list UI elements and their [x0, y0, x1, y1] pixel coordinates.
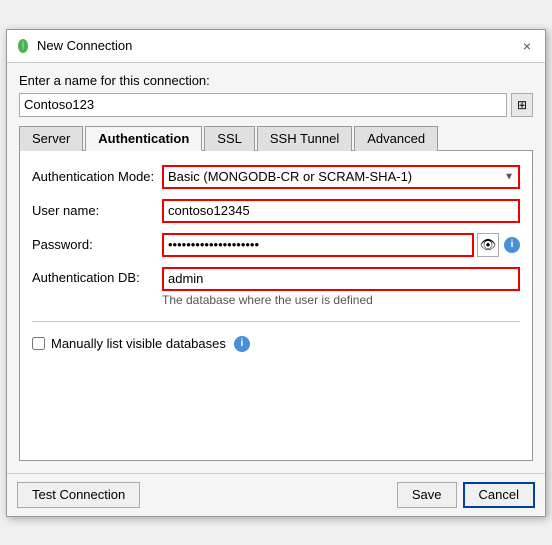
test-connection-button[interactable]: Test Connection — [17, 482, 140, 508]
auth-db-hint: The database where the user is defined — [162, 293, 520, 307]
username-input[interactable] — [162, 199, 520, 223]
footer: Test Connection Save Cancel — [7, 473, 545, 516]
tab-authentication[interactable]: Authentication — [85, 126, 202, 151]
auth-db-row: Authentication DB: The database where th… — [32, 267, 520, 307]
password-field: 👁 i — [162, 233, 520, 257]
app-icon — [15, 38, 31, 54]
manually-list-info-icon[interactable]: i — [234, 336, 250, 352]
manually-list-label: Manually list visible databases — [51, 336, 226, 351]
divider — [32, 321, 520, 322]
manually-list-checkbox[interactable] — [32, 337, 45, 350]
close-button[interactable]: × — [517, 36, 537, 56]
footer-right: Save Cancel — [397, 482, 535, 508]
new-connection-dialog: New Connection × Enter a name for this c… — [6, 29, 546, 517]
auth-mode-field: Basic (MONGODB-CR or SCRAM-SHA-1) SCRAM-… — [162, 165, 520, 189]
password-info-icon[interactable]: i — [504, 237, 520, 253]
auth-mode-select[interactable]: Basic (MONGODB-CR or SCRAM-SHA-1) SCRAM-… — [162, 165, 520, 189]
tabs: Server Authentication SSL SSH Tunnel Adv… — [19, 125, 533, 151]
dialog-body: Enter a name for this connection: ⊞ Serv… — [7, 63, 545, 473]
username-label: User name: — [32, 203, 162, 218]
connection-name-label: Enter a name for this connection: — [19, 73, 533, 88]
connection-name-row: ⊞ — [19, 93, 533, 117]
password-input[interactable] — [162, 233, 474, 257]
title-bar: New Connection × — [7, 30, 545, 63]
manually-list-row: Manually list visible databases i — [32, 336, 520, 352]
username-field — [162, 199, 520, 223]
tab-ssl[interactable]: SSL — [204, 126, 255, 151]
auth-db-input[interactable] — [162, 267, 520, 291]
auth-mode-label: Authentication Mode: — [32, 169, 162, 184]
password-input-row: 👁 i — [162, 233, 520, 257]
window-title: New Connection — [37, 38, 132, 53]
connection-name-input[interactable] — [19, 93, 507, 117]
save-button[interactable]: Save — [397, 482, 457, 508]
auth-mode-row: Authentication Mode: Basic (MONGODB-CR o… — [32, 165, 520, 189]
password-label: Password: — [32, 237, 162, 252]
tab-advanced[interactable]: Advanced — [354, 126, 438, 151]
name-icon-button[interactable]: ⊞ — [511, 93, 533, 117]
username-row: User name: — [32, 199, 520, 223]
cancel-button[interactable]: Cancel — [463, 482, 535, 508]
password-row: Password: 👁 i — [32, 233, 520, 257]
title-left: New Connection — [15, 38, 132, 54]
auth-db-field: The database where the user is defined — [162, 267, 520, 307]
tab-server[interactable]: Server — [19, 126, 83, 151]
tab-content-authentication: Authentication Mode: Basic (MONGODB-CR o… — [19, 151, 533, 461]
auth-db-label: Authentication DB: — [32, 267, 162, 285]
tab-ssh-tunnel[interactable]: SSH Tunnel — [257, 126, 352, 151]
show-password-icon[interactable]: 👁 — [477, 233, 499, 257]
